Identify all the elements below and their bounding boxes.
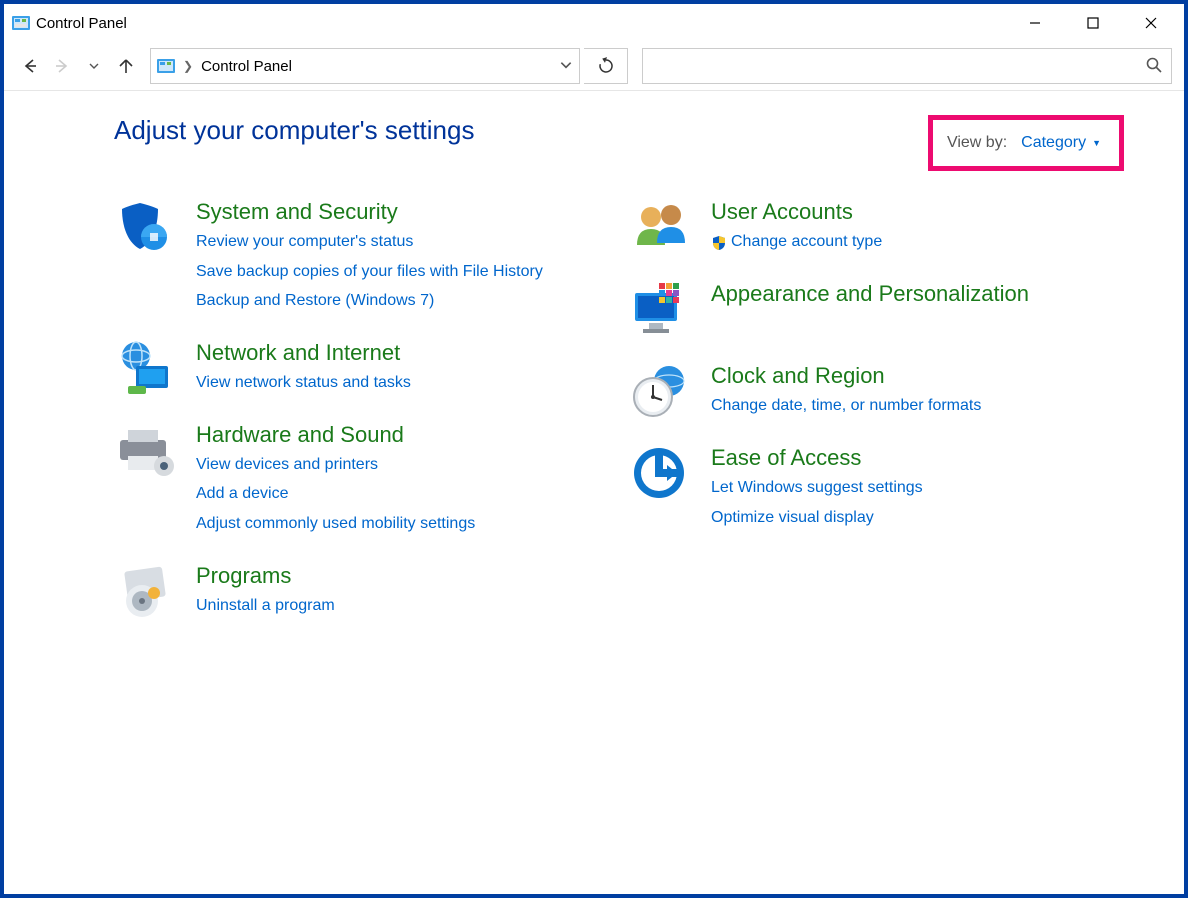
user-accounts-icon: [629, 199, 693, 255]
category-link[interactable]: Adjust commonly used mobility settings: [196, 511, 475, 537]
view-by-value: Category: [1021, 134, 1086, 152]
breadcrumb-location[interactable]: Control Panel: [201, 58, 292, 75]
dropdown-triangle-icon: ▼: [1092, 138, 1101, 148]
search-box[interactable]: [642, 48, 1172, 84]
category-title[interactable]: Clock and Region: [711, 363, 981, 389]
content-area: Adjust your computer's settings View by:…: [4, 91, 1184, 894]
category-title[interactable]: User Accounts: [711, 199, 882, 225]
maximize-button[interactable]: [1064, 8, 1122, 38]
category-title[interactable]: System and Security: [196, 199, 543, 225]
breadcrumb-chevron-icon: ❯: [181, 59, 195, 73]
ease-of-access-icon: [629, 445, 693, 501]
address-dropdown-icon[interactable]: [559, 58, 573, 75]
category-link[interactable]: Change account type: [711, 229, 882, 255]
category-ease-of-access: Ease of Access Let Windows suggest setti…: [629, 445, 1124, 530]
nav-up-button[interactable]: [112, 52, 140, 80]
category-title[interactable]: Hardware and Sound: [196, 422, 475, 448]
refresh-button[interactable]: [584, 48, 628, 84]
category-link[interactable]: Review your computer's status: [196, 229, 543, 255]
category-title[interactable]: Programs: [196, 563, 335, 589]
category-link-label: Change account type: [731, 229, 882, 255]
category-user-accounts: User Accounts Change account type: [629, 199, 1124, 255]
category-link[interactable]: Add a device: [196, 481, 475, 507]
category-title[interactable]: Appearance and Personalization: [711, 281, 1029, 307]
category-title[interactable]: Network and Internet: [196, 340, 411, 366]
location-icon: [157, 59, 175, 73]
view-by-dropdown[interactable]: Category ▼: [1021, 134, 1101, 152]
page-heading: Adjust your computer's settings: [114, 115, 474, 146]
nav-forward-button[interactable]: [48, 52, 76, 80]
category-link[interactable]: Uninstall a program: [196, 593, 335, 619]
nav-toolbar: ❯ Control Panel: [4, 42, 1184, 90]
control-panel-window: Control Panel: [0, 0, 1188, 898]
programs-icon: [114, 563, 178, 619]
category-columns: System and Security Review your computer…: [114, 199, 1124, 619]
category-hardware-sound: Hardware and Sound View devices and prin…: [114, 422, 609, 537]
category-link[interactable]: Change date, time, or number formats: [711, 393, 981, 419]
window-title: Control Panel: [36, 15, 127, 32]
category-link[interactable]: Backup and Restore (Windows 7): [196, 288, 543, 314]
appearance-icon: [629, 281, 693, 337]
category-link[interactable]: View network status and tasks: [196, 370, 411, 396]
printer-icon: [114, 422, 178, 478]
category-link[interactable]: Save backup copies of your files with Fi…: [196, 259, 543, 285]
minimize-button[interactable]: [1006, 8, 1064, 38]
search-icon[interactable]: [1145, 56, 1163, 77]
address-bar[interactable]: ❯ Control Panel: [150, 48, 580, 84]
nav-back-button[interactable]: [16, 52, 44, 80]
category-appearance: Appearance and Personalization: [629, 281, 1124, 337]
category-link[interactable]: Let Windows suggest settings: [711, 475, 923, 501]
view-by-highlight: View by: Category ▼: [928, 115, 1124, 171]
clock-icon: [629, 363, 693, 419]
category-link[interactable]: Optimize visual display: [711, 505, 923, 531]
right-column: User Accounts Change account type: [629, 199, 1124, 619]
category-network-internet: Network and Internet View network status…: [114, 340, 609, 396]
close-button[interactable]: [1122, 8, 1180, 38]
content-header: Adjust your computer's settings View by:…: [114, 115, 1124, 171]
network-icon: [114, 340, 178, 396]
category-clock-region: Clock and Region Change date, time, or n…: [629, 363, 1124, 419]
category-link[interactable]: View devices and printers: [196, 452, 475, 478]
category-title[interactable]: Ease of Access: [711, 445, 923, 471]
window-buttons: [1006, 8, 1180, 38]
category-programs: Programs Uninstall a program: [114, 563, 609, 619]
left-column: System and Security Review your computer…: [114, 199, 609, 619]
shield-system-icon: [114, 199, 178, 255]
category-system-security: System and Security Review your computer…: [114, 199, 609, 314]
nav-recent-dropdown[interactable]: [80, 52, 108, 80]
view-by-label: View by:: [947, 134, 1007, 152]
titlebar: Control Panel: [4, 4, 1184, 42]
control-panel-icon: [12, 16, 30, 30]
uac-shield-icon: [711, 234, 727, 250]
search-input[interactable]: [651, 49, 1145, 83]
